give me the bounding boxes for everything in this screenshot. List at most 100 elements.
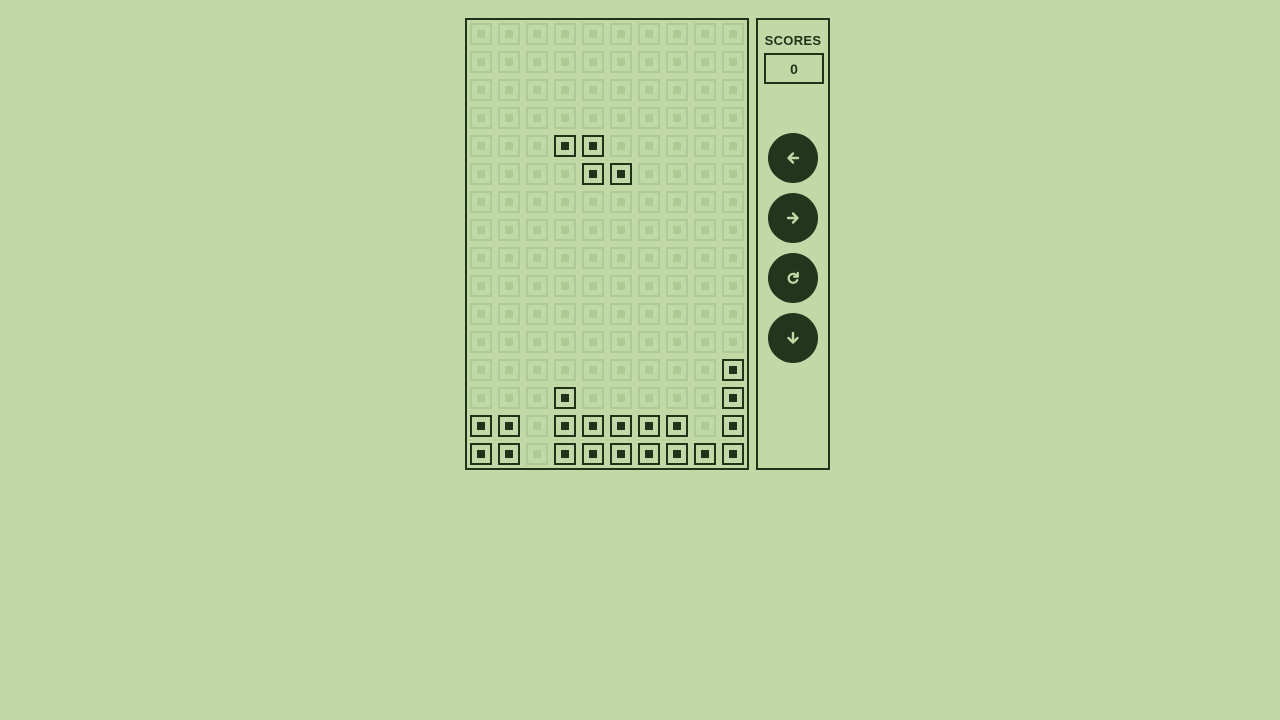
empty-cell bbox=[691, 20, 719, 48]
empty-cell bbox=[635, 356, 663, 384]
empty-cell bbox=[495, 132, 523, 160]
empty-cell bbox=[523, 20, 551, 48]
empty-cell bbox=[663, 328, 691, 356]
filled-block bbox=[551, 440, 579, 468]
empty-cell bbox=[691, 412, 719, 440]
move-right-button[interactable] bbox=[768, 193, 818, 243]
side-panel: SCORES 0 bbox=[756, 18, 830, 470]
empty-cell bbox=[691, 272, 719, 300]
empty-cell bbox=[663, 188, 691, 216]
empty-cell bbox=[523, 440, 551, 468]
empty-cell bbox=[551, 272, 579, 300]
filled-block bbox=[691, 440, 719, 468]
empty-cell bbox=[607, 216, 635, 244]
empty-cell bbox=[495, 384, 523, 412]
empty-cell bbox=[635, 384, 663, 412]
empty-cell bbox=[551, 48, 579, 76]
empty-cell bbox=[523, 216, 551, 244]
empty-cell bbox=[467, 188, 495, 216]
empty-cell bbox=[523, 104, 551, 132]
empty-cell bbox=[691, 328, 719, 356]
empty-cell bbox=[663, 104, 691, 132]
empty-cell bbox=[635, 76, 663, 104]
rotate-button[interactable] bbox=[768, 253, 818, 303]
empty-cell bbox=[579, 48, 607, 76]
filled-block bbox=[635, 412, 663, 440]
empty-cell bbox=[579, 272, 607, 300]
game-board bbox=[465, 18, 749, 470]
empty-cell bbox=[691, 132, 719, 160]
empty-cell bbox=[551, 328, 579, 356]
empty-cell bbox=[551, 188, 579, 216]
empty-cell bbox=[663, 244, 691, 272]
empty-cell bbox=[663, 132, 691, 160]
empty-cell bbox=[663, 384, 691, 412]
empty-cell bbox=[635, 20, 663, 48]
filled-block bbox=[579, 132, 607, 160]
filled-block bbox=[495, 440, 523, 468]
filled-block bbox=[551, 412, 579, 440]
empty-cell bbox=[523, 160, 551, 188]
empty-cell bbox=[551, 104, 579, 132]
empty-cell bbox=[467, 272, 495, 300]
filled-block bbox=[719, 440, 747, 468]
filled-block bbox=[579, 412, 607, 440]
tetris-game: SCORES 0 bbox=[465, 18, 830, 470]
empty-cell bbox=[607, 104, 635, 132]
filled-block bbox=[719, 384, 747, 412]
empty-cell bbox=[467, 132, 495, 160]
empty-cell bbox=[635, 272, 663, 300]
empty-cell bbox=[551, 244, 579, 272]
empty-cell bbox=[663, 300, 691, 328]
arrow-down-icon bbox=[787, 331, 799, 344]
empty-cell bbox=[523, 356, 551, 384]
filled-block bbox=[467, 440, 495, 468]
empty-cell bbox=[579, 384, 607, 412]
empty-cell bbox=[523, 76, 551, 104]
empty-cell bbox=[607, 20, 635, 48]
empty-cell bbox=[467, 244, 495, 272]
rotate-icon bbox=[787, 271, 799, 284]
empty-cell bbox=[523, 300, 551, 328]
filled-block bbox=[607, 412, 635, 440]
filled-block bbox=[607, 160, 635, 188]
empty-cell bbox=[579, 328, 607, 356]
empty-cell bbox=[579, 244, 607, 272]
empty-cell bbox=[607, 300, 635, 328]
empty-cell bbox=[663, 356, 691, 384]
empty-cell bbox=[523, 244, 551, 272]
empty-cell bbox=[495, 272, 523, 300]
empty-cell bbox=[579, 76, 607, 104]
empty-cell bbox=[551, 20, 579, 48]
empty-cell bbox=[691, 384, 719, 412]
empty-cell bbox=[607, 48, 635, 76]
empty-cell bbox=[635, 104, 663, 132]
empty-cell bbox=[719, 188, 747, 216]
empty-cell bbox=[635, 48, 663, 76]
empty-cell bbox=[635, 244, 663, 272]
empty-cell bbox=[467, 356, 495, 384]
empty-cell bbox=[467, 20, 495, 48]
empty-cell bbox=[719, 216, 747, 244]
drop-button[interactable] bbox=[768, 313, 818, 363]
empty-cell bbox=[691, 76, 719, 104]
empty-cell bbox=[467, 160, 495, 188]
filled-block bbox=[551, 132, 579, 160]
filled-block bbox=[635, 440, 663, 468]
empty-cell bbox=[579, 188, 607, 216]
empty-cell bbox=[607, 356, 635, 384]
empty-cell bbox=[635, 216, 663, 244]
empty-cell bbox=[467, 328, 495, 356]
empty-cell bbox=[495, 328, 523, 356]
empty-cell bbox=[691, 244, 719, 272]
empty-cell bbox=[551, 160, 579, 188]
empty-cell bbox=[691, 300, 719, 328]
empty-cell bbox=[523, 48, 551, 76]
empty-cell bbox=[467, 76, 495, 104]
move-left-button[interactable] bbox=[768, 133, 818, 183]
empty-cell bbox=[719, 160, 747, 188]
empty-cell bbox=[663, 76, 691, 104]
empty-cell bbox=[719, 76, 747, 104]
empty-cell bbox=[691, 216, 719, 244]
empty-cell bbox=[635, 132, 663, 160]
